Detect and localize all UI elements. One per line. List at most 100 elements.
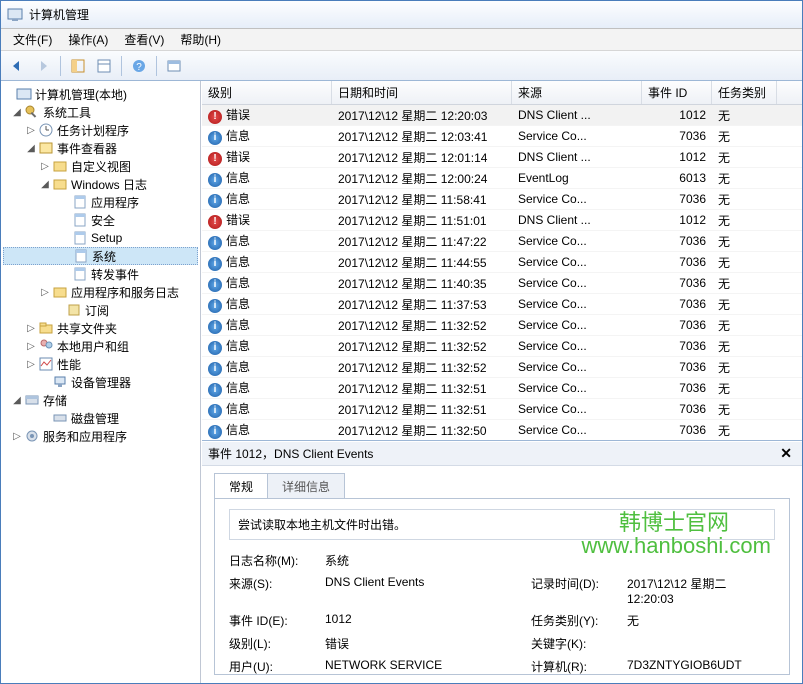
forward-button[interactable] [31, 54, 55, 78]
info-icon: i [208, 173, 222, 187]
tree-log-security[interactable]: 安全 [3, 211, 198, 229]
tree-label: 设备管理器 [71, 374, 131, 391]
tree-services-apps[interactable]: ▷服务和应用程序 [3, 427, 198, 445]
tree-event-viewer[interactable]: ◢事件查看器 [3, 139, 198, 157]
event-date: 2017\12\12 星期二 11:32:52 [332, 338, 512, 355]
value-keyword [627, 635, 775, 652]
event-task: 无 [712, 380, 777, 397]
tree-task-scheduler[interactable]: ▷任务计划程序 [3, 121, 198, 139]
event-row[interactable]: !错误2017\12\12 星期二 11:51:01DNS Client ...… [202, 210, 802, 231]
col-task[interactable]: 任务类别 [712, 81, 777, 104]
event-row[interactable]: i信息2017\12\12 星期二 11:40:35Service Co...7… [202, 273, 802, 294]
event-row[interactable]: i信息2017\12\12 星期二 11:37:53Service Co...7… [202, 294, 802, 315]
event-row[interactable]: !错误2017\12\12 星期二 12:20:03DNS Client ...… [202, 105, 802, 126]
back-button[interactable] [5, 54, 29, 78]
event-level: 错误 [226, 150, 250, 164]
event-date: 2017\12\12 星期二 11:32:50 [332, 422, 512, 439]
tab-details[interactable]: 详细信息 [267, 473, 345, 499]
event-date: 2017\12\12 星期二 11:37:53 [332, 296, 512, 313]
event-task: 无 [712, 107, 777, 124]
event-date: 2017\12\12 星期二 12:00:24 [332, 170, 512, 187]
event-id: 7036 [642, 339, 712, 353]
event-date: 2017\12\12 星期二 11:47:22 [332, 233, 512, 250]
event-row[interactable]: i信息2017\12\12 星期二 11:32:51Service Co...7… [202, 399, 802, 420]
event-level: 错误 [226, 213, 250, 227]
close-detail-button[interactable]: ✕ [776, 445, 796, 462]
tree-label: 磁盘管理 [71, 410, 119, 427]
tree-log-application[interactable]: 应用程序 [3, 193, 198, 211]
col-date[interactable]: 日期和时间 [332, 81, 512, 104]
info-icon: i [208, 383, 222, 397]
event-source: Service Co... [512, 297, 642, 311]
event-row[interactable]: i信息2017\12\12 星期二 11:32:52Service Co...7… [202, 336, 802, 357]
event-row[interactable]: i信息2017\12\12 星期二 11:32:52Service Co...7… [202, 357, 802, 378]
tree-log-system[interactable]: 系统 [3, 247, 198, 265]
event-id: 7036 [642, 318, 712, 332]
value-eid: 1012 [325, 612, 525, 629]
tree-storage[interactable]: ◢存储 [3, 391, 198, 409]
info-icon: i [208, 362, 222, 376]
tree-log-forwarded[interactable]: 转发事件 [3, 265, 198, 283]
tree-log-setup[interactable]: Setup [3, 229, 198, 247]
tree-custom-views[interactable]: ▷自定义视图 [3, 157, 198, 175]
event-row[interactable]: i信息2017\12\12 星期二 11:47:22Service Co...7… [202, 231, 802, 252]
info-icon: i [208, 236, 222, 250]
event-row[interactable]: i信息2017\12\12 星期二 12:03:41Service Co...7… [202, 126, 802, 147]
info-icon: i [208, 320, 222, 334]
computer-management-window: 计算机管理 文件(F) 操作(A) 查看(V) 帮助(H) ? 计算机管理(本地… [0, 0, 803, 684]
tree-performance[interactable]: ▷性能 [3, 355, 198, 373]
event-row[interactable]: i信息2017\12\12 星期二 11:32:52Service Co...7… [202, 315, 802, 336]
properties-button[interactable] [92, 54, 116, 78]
event-row[interactable]: i信息2017\12\12 星期二 11:32:51Service Co...7… [202, 378, 802, 399]
tree-label: 系统 [92, 248, 116, 265]
event-id: 1012 [642, 213, 712, 227]
event-date: 2017\12\12 星期二 11:32:52 [332, 359, 512, 376]
tree-root[interactable]: 计算机管理(本地) [3, 85, 198, 103]
tree-subscriptions[interactable]: 订阅 [3, 301, 198, 319]
detail-header: 事件 1012，DNS Client Events ✕ [202, 442, 802, 466]
window-title: 计算机管理 [29, 6, 89, 23]
action-button[interactable] [162, 54, 186, 78]
tree-device-manager[interactable]: 设备管理器 [3, 373, 198, 391]
tree-label: 共享文件夹 [57, 320, 117, 337]
event-task: 无 [712, 422, 777, 439]
event-date: 2017\12\12 星期二 11:44:55 [332, 254, 512, 271]
menu-bar: 文件(F) 操作(A) 查看(V) 帮助(H) [1, 29, 802, 51]
event-row[interactable]: !错误2017\12\12 星期二 12:01:14DNS Client ...… [202, 147, 802, 168]
show-hide-tree-button[interactable] [66, 54, 90, 78]
nav-tree[interactable]: 计算机管理(本地) ◢系统工具 ▷任务计划程序 ◢事件查看器 ▷自定义视图 ◢W… [1, 81, 201, 683]
tree-system-tools[interactable]: ◢系统工具 [3, 103, 198, 121]
event-row[interactable]: i信息2017\12\12 星期二 11:32:50Service Co...7… [202, 420, 802, 441]
menu-action[interactable]: 操作(A) [60, 29, 116, 50]
menu-help[interactable]: 帮助(H) [172, 29, 229, 50]
event-message: 尝试读取本地主机文件时出错。 [229, 509, 775, 540]
title-bar[interactable]: 计算机管理 [1, 1, 802, 29]
col-event-id[interactable]: 事件 ID [642, 81, 712, 104]
event-id: 7036 [642, 297, 712, 311]
tab-general[interactable]: 常规 [214, 473, 268, 499]
help-button[interactable]: ? [127, 54, 151, 78]
tree-local-users[interactable]: ▷本地用户和组 [3, 337, 198, 355]
event-level: 信息 [226, 318, 250, 332]
event-row[interactable]: i信息2017\12\12 星期二 11:44:55Service Co...7… [202, 252, 802, 273]
event-id: 7036 [642, 234, 712, 248]
event-id: 1012 [642, 150, 712, 164]
event-list-header[interactable]: 级别 日期和时间 来源 事件 ID 任务类别 [202, 81, 802, 105]
label-keyword: 关键字(K): [531, 635, 621, 652]
event-task: 无 [712, 128, 777, 145]
menu-view[interactable]: 查看(V) [116, 29, 172, 50]
menu-file[interactable]: 文件(F) [5, 29, 60, 50]
tree-windows-logs[interactable]: ◢Windows 日志 [3, 175, 198, 193]
event-source: Service Co... [512, 255, 642, 269]
tree-label: 系统工具 [43, 104, 91, 121]
event-row[interactable]: i信息2017\12\12 星期二 11:58:41Service Co...7… [202, 189, 802, 210]
tree-shared-folders[interactable]: ▷共享文件夹 [3, 319, 198, 337]
svg-text:?: ? [136, 62, 142, 73]
event-row[interactable]: i信息2017\12\12 星期二 12:00:24EventLog6013无 [202, 168, 802, 189]
col-source[interactable]: 来源 [512, 81, 642, 104]
event-date: 2017\12\12 星期二 11:32:51 [332, 401, 512, 418]
col-level[interactable]: 级别 [202, 81, 332, 104]
tree-disk-management[interactable]: 磁盘管理 [3, 409, 198, 427]
event-list[interactable]: 级别 日期和时间 来源 事件 ID 任务类别 !错误2017\12\12 星期二… [202, 81, 802, 441]
tree-app-service-logs[interactable]: ▷应用程序和服务日志 [3, 283, 198, 301]
